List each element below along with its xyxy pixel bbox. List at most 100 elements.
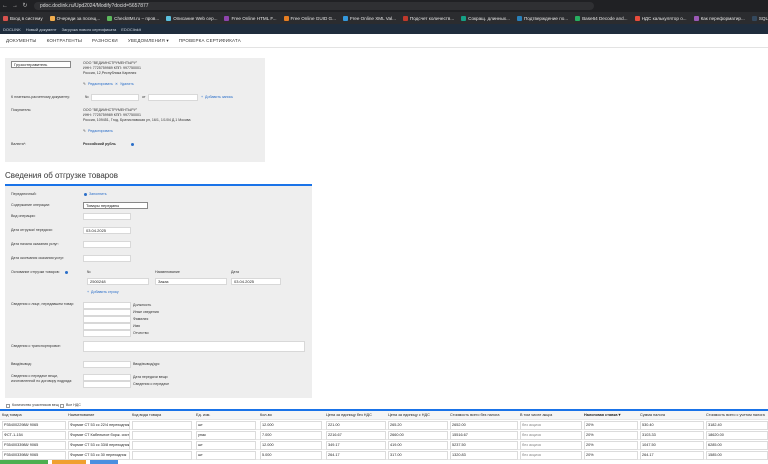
table-cell[interactable]: P3540033988/ 9065	[2, 441, 66, 450]
menu-raznoski[interactable]: РАЗНОСКИ	[92, 38, 118, 43]
table-cell[interactable]: шт	[196, 421, 256, 430]
address-bar[interactable]: pdoc.doclink.ru/Upd2024/Modify?docid=565…	[34, 2, 594, 10]
basis-name-input[interactable]: Заказ	[155, 278, 227, 285]
edoc-link[interactable]: EDOClinkit	[121, 27, 141, 32]
table-cell[interactable]: шт	[196, 441, 256, 450]
payment-no-input[interactable]	[91, 94, 139, 101]
menu-cert-check[interactable]: ПРОВЕРКА СЕРТИФИКАТА	[179, 38, 241, 43]
table-cell[interactable]: 317.00	[388, 451, 448, 460]
table-cell[interactable]	[132, 421, 192, 430]
bookmark-item[interactable]: Сокращ. длинных...	[461, 15, 510, 21]
person-position-input[interactable]	[83, 302, 131, 309]
table-cell[interactable]: 20%	[584, 451, 638, 460]
table-cell[interactable]: шт	[196, 451, 256, 460]
app-logo[interactable]: DOCLINK	[3, 27, 21, 32]
table-cell[interactable]: 264.17	[640, 451, 704, 460]
table-cell[interactable]: 530.40	[640, 421, 704, 430]
cargo-input[interactable]	[83, 361, 131, 368]
table-cell[interactable]: 2660.00	[388, 431, 448, 440]
table-cell[interactable]: 419.00	[388, 441, 448, 450]
op-type-input[interactable]	[83, 213, 131, 220]
buyer-edit-link[interactable]: Редактировать	[88, 129, 113, 134]
reload-icon[interactable]: ↻	[22, 3, 28, 9]
tab-indicator[interactable]	[90, 460, 118, 464]
payment-add-link[interactable]: Добавить запись	[205, 95, 233, 100]
table-cell[interactable]: 5.000	[260, 451, 322, 460]
bookmark-item[interactable]: SQL Formatter & Be...	[751, 15, 768, 21]
table-cell[interactable]: 1047.50	[640, 441, 704, 450]
transport-input[interactable]	[83, 341, 305, 352]
basis-add-link[interactable]: Добавить строку	[91, 290, 119, 295]
table-cell[interactable]: 20%	[584, 441, 638, 450]
content-select[interactable]: Товары переданы	[83, 202, 148, 209]
upload-cert-link[interactable]: Загрузка нового сертификата	[62, 27, 117, 32]
seller-edit-link[interactable]: Редактировать	[88, 82, 113, 87]
bookmark-item[interactable]: Free Online GUID G...	[283, 15, 336, 21]
role-select[interactable]: Грузоотправитель	[11, 61, 71, 68]
basis-date-input[interactable]: 03.04.2025	[231, 278, 281, 285]
bookmark-item[interactable]: Очереди за посещ...	[49, 15, 100, 21]
tab-indicator[interactable]	[0, 460, 48, 464]
table-cell[interactable]: 7.000	[260, 431, 322, 440]
bookmark-item[interactable]: Free Online XML Val...	[342, 15, 396, 21]
table-cell[interactable]: 2652.00	[450, 421, 518, 430]
table-cell[interactable]: 12.000	[260, 421, 322, 430]
docs-info-input[interactable]	[83, 381, 131, 388]
table-cell[interactable]: 2216.67	[326, 431, 386, 440]
table-cell[interactable]: без акциза	[520, 421, 582, 430]
table-cell[interactable]: без акциза	[520, 441, 582, 450]
bookmark-item[interactable]: Check8MI.ru – пров...	[107, 15, 159, 21]
seller-delete-link[interactable]: Удалить	[120, 82, 134, 87]
table-cell[interactable]: P3540022988/ 9065	[2, 421, 66, 430]
bookmark-item[interactable]: НДС калькулятор о...	[634, 15, 687, 21]
close-icon[interactable]: ✕	[115, 82, 118, 87]
bookmark-item[interactable]: Описание Web сер...	[166, 15, 217, 21]
table-cell[interactable]: 20%	[584, 431, 638, 440]
table-cell[interactable]: 15516.67	[450, 431, 518, 440]
bookmark-item[interactable]: Base64 Decode and...	[575, 15, 628, 21]
table-cell[interactable]	[132, 451, 192, 460]
payment-date-input[interactable]	[148, 94, 198, 101]
table-cell[interactable]	[132, 431, 192, 440]
ship-date-input[interactable]: 03.04.2025	[83, 227, 131, 234]
radio-icon[interactable]	[84, 193, 87, 196]
table-cell[interactable]: 20%	[584, 421, 638, 430]
table-cell[interactable]: 5237.50	[450, 441, 518, 450]
menu-notifications[interactable]: УВЕДОМЛЕНИЯ ▾	[128, 38, 169, 44]
menu-counterparties[interactable]: КОНТРАГЕНТЫ	[47, 38, 82, 43]
bookmark-item[interactable]: Подтверждение по...	[516, 15, 568, 21]
table-cell[interactable]: Формат СТ 53 сс 33/8 переходник	[68, 441, 130, 450]
person-middlename-input[interactable]	[83, 330, 131, 337]
table-cell[interactable]: 3103.33	[640, 431, 704, 440]
person-firstname-input[interactable]	[83, 323, 131, 330]
table-cell[interactable]: 1585.00	[706, 451, 768, 460]
participants-checkbox[interactable]	[6, 404, 10, 408]
forward-icon[interactable]: →	[12, 3, 18, 9]
table-cell[interactable]: 3182.40	[706, 421, 768, 430]
table-cell[interactable]: без акциза	[520, 431, 582, 440]
bookmark-item[interactable]: Как переформатир...	[693, 15, 745, 21]
start-date-input[interactable]	[83, 241, 131, 248]
table-cell[interactable]: P3540033988/ 9065	[2, 451, 66, 460]
back-icon[interactable]: ←	[2, 3, 8, 9]
tab-indicator[interactable]	[52, 460, 86, 464]
table-cell[interactable]: ФСТ-1-154	[2, 431, 66, 440]
bookmark-item[interactable]: Подсчет количеств...	[402, 15, 454, 21]
table-cell[interactable]: Формат СТ 53 сс 22/4 переходник	[68, 421, 130, 430]
table-cell[interactable]: Формат СТ 53 сс 30 переходник	[68, 451, 130, 460]
table-cell[interactable]: 265.20	[388, 421, 448, 430]
table-cell[interactable]: упак	[196, 431, 256, 440]
menu-documents[interactable]: ДОКУМЕНТЫ	[6, 38, 37, 43]
table-cell[interactable]: 12.000	[260, 441, 322, 450]
vat-checkbox[interactable]	[60, 404, 64, 408]
basis-no-input[interactable]: 2500248	[87, 278, 149, 285]
table-cell[interactable]: 18620.00	[706, 431, 768, 440]
table-cell[interactable]: 221.00	[326, 421, 386, 430]
person-lastname-input[interactable]	[83, 316, 131, 323]
table-cell[interactable]: 264.17	[326, 451, 386, 460]
transfer-fill-link[interactable]: Заполнить	[89, 192, 107, 197]
table-cell[interactable]: 6285.00	[706, 441, 768, 450]
table-cell[interactable]: без акциза	[520, 451, 582, 460]
new-document-link[interactable]: Новый документ	[26, 27, 57, 32]
bookmark-item[interactable]: Вход в систему	[3, 15, 43, 21]
